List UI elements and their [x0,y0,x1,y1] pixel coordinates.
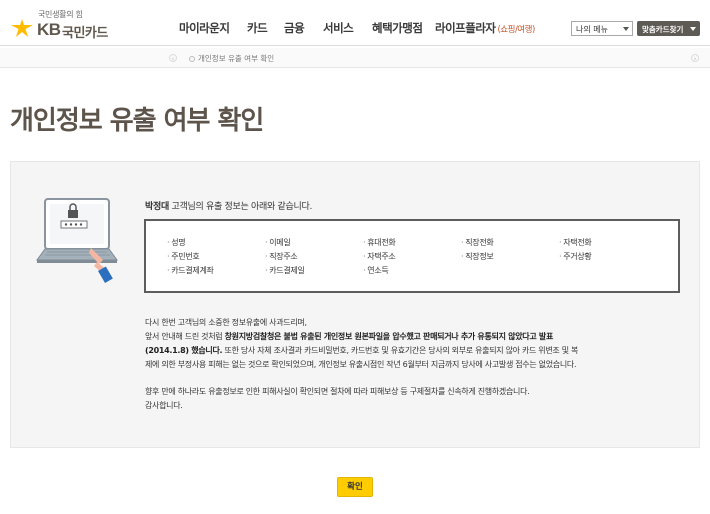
leaked-item-work-phone: 직장전화 [461,237,494,248]
nav-my-lounge[interactable]: 마이라운지 [179,20,230,36]
custom-card-find-label: 맞춤카드찾기 [642,25,684,34]
logo-kb-text: KB [37,20,61,39]
kb-star-icon [11,19,33,37]
notice-line: 감사합니다. [145,401,183,410]
global-header: 국민생활의 힘 KB 국민카드 마이라운지 카드 금융 서비스 혜택가맹점 라이… [0,0,710,46]
nav-life-plaza[interactable]: 라이프플라자 (쇼핑/여행) [435,20,535,36]
leaked-info-box: 성명 이메일 휴대전화 직장전화 자택전화 주민번호 직장주소 자택주소 직장정… [144,219,680,293]
notice-line: (2014.1.8) 했습니다. 또한 당사 자체 조사결과 카드비밀번호, 카… [145,346,579,355]
nav-life-plaza-sub: (쇼핑/여행) [497,25,535,35]
my-menu-select[interactable]: 나의 메뉴 [571,21,633,36]
nav-card[interactable]: 카드 [247,20,268,36]
leaked-item-resident-number: 주민번호 [167,251,200,262]
leaked-item-annual-income: 연소득 [363,265,388,276]
nav-service[interactable]: 서비스 [323,20,354,36]
leaked-item-work-address: 직장주소 [265,251,298,262]
leaked-item-home-address: 자택주소 [363,251,396,262]
breadcrumb-label: 개인정보 유출 여부 확인 [198,54,275,63]
breadcrumb: ‹ 개인정보 유출 여부 확인 › [0,48,710,68]
leaked-item-payment-account: 카드결제계좌 [167,265,214,276]
nav-benefit-merchant[interactable]: 혜택가맹점 [372,20,423,36]
nav-finance[interactable]: 금융 [284,20,305,36]
notice-line: 제에 의한 부정사용 피해는 없는 것으로 확인되었으며, 개인정보 유출시점인… [145,360,577,369]
custom-card-find-button[interactable]: 맞춤카드찾기 [637,21,700,36]
chevron-left-icon[interactable]: ‹ [169,54,177,63]
leaked-item-home-phone: 자택전화 [559,237,592,248]
confirm-button[interactable]: 확인 [337,477,373,497]
nav-life-plaza-label: 라이프플라자 [435,21,496,35]
apology-notice: 다시 한번 고객님의 소중한 정보유출에 사과드리며, 앞서 안내해 드린 것처… [145,316,685,413]
my-menu-label: 나의 메뉴 [576,25,608,34]
leak-intro-suffix: 고객님의 유출 정보는 아래와 같습니다. [168,202,313,212]
logo-tagline: 국민생활의 힘 [38,10,83,19]
laptop-security-illustration [36,198,118,284]
leaked-item-mobile: 휴대전화 [363,237,396,248]
notice-line: 다시 한번 고객님의 소중한 정보유출에 사과드리며, [145,318,307,327]
leaked-item-work-info: 직장정보 [461,251,494,262]
leak-intro-text: 박정대 고객님의 유출 정보는 아래와 같습니다. [145,199,312,212]
notice-line: 앞서 안내해 드린 것처럼 창원지방검찰청은 불법 유출된 개인정보 원본파일을… [145,332,554,341]
leaked-item-payment-date: 카드결제일 [265,265,305,276]
chevron-down-icon [690,27,696,31]
page-title: 개인정보 유출 여부 확인 [10,106,264,136]
kb-kookmin-card-logo[interactable]: 국민생활의 힘 KB 국민카드 [11,8,121,41]
customer-name: 박정대 [145,202,169,212]
breadcrumb-current[interactable]: 개인정보 유출 여부 확인 [189,53,274,64]
chevron-right-icon[interactable]: › [691,54,699,63]
notice-line: 향후 만에 하나라도 유출정보로 인한 피해사실이 확인되면 절차에 따라 피해… [145,387,530,396]
leaked-item-email: 이메일 [265,237,290,248]
chevron-down-icon [623,27,629,31]
leaked-item-name: 성명 [167,237,185,248]
leak-check-panel: 박정대 고객님의 유출 정보는 아래와 같습니다. 성명 이메일 휴대전화 직장… [10,161,700,448]
logo-name-text: 국민카드 [62,26,108,41]
home-dot-icon [189,56,195,62]
leaked-item-housing: 주거상황 [559,251,592,262]
